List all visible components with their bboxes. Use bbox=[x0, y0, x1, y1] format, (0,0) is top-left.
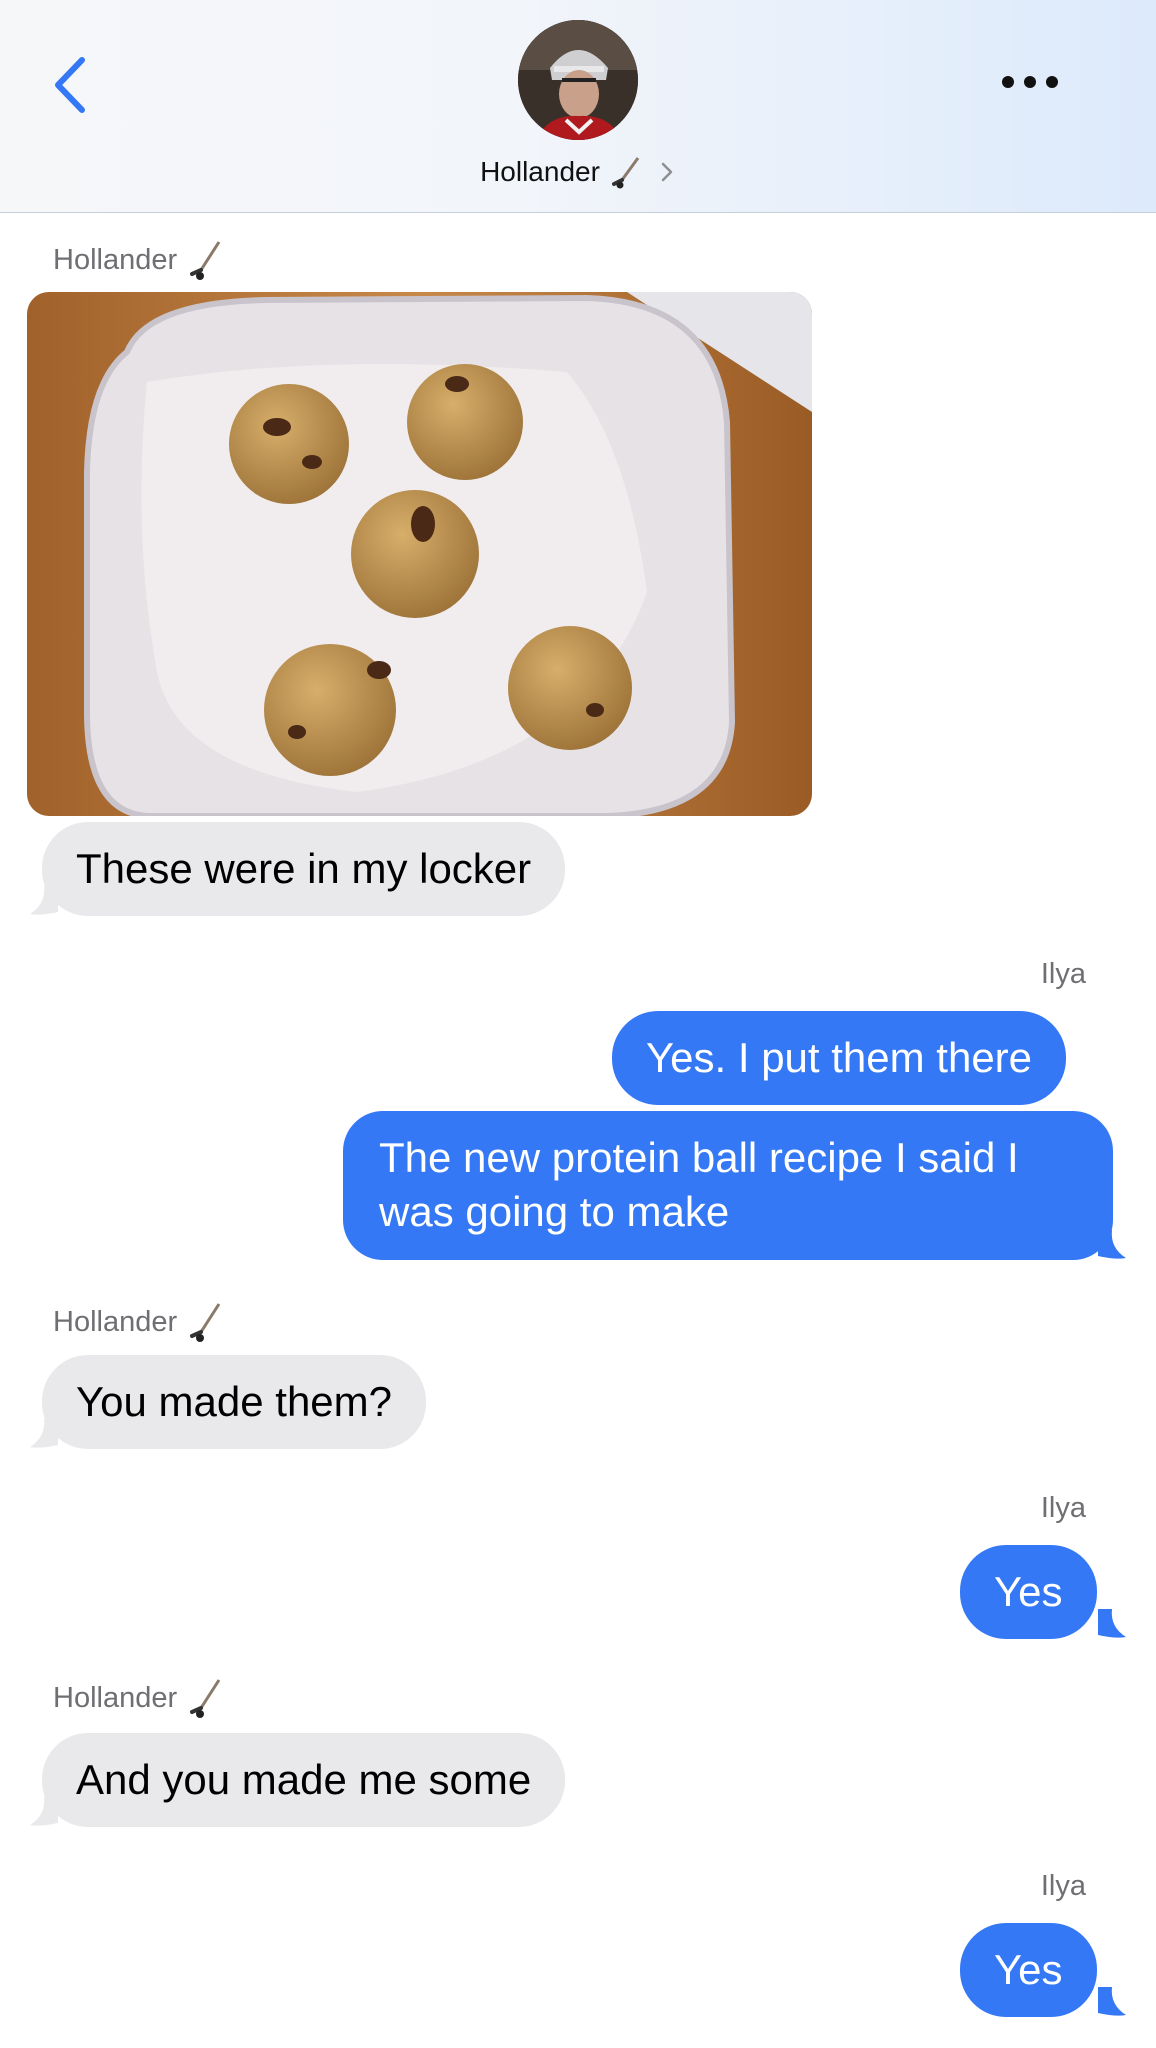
bubble-tail bbox=[30, 1797, 58, 1826]
back-button[interactable] bbox=[48, 50, 98, 120]
sender-name: Hollander bbox=[53, 1681, 178, 1714]
message-text: And you made me some bbox=[76, 1756, 532, 1803]
outgoing-message[interactable]: The new protein ball recipe I said I was… bbox=[343, 1111, 1113, 1260]
message-text: Yes. I put them there bbox=[646, 1034, 1033, 1081]
bubble-tail bbox=[30, 1419, 58, 1448]
bubble-tail bbox=[30, 886, 58, 915]
incoming-message[interactable]: These were in my locker bbox=[42, 822, 566, 916]
sender-name: Ilya bbox=[1040, 1492, 1086, 1524]
contact-name-button[interactable]: Hollander bbox=[0, 150, 1156, 194]
contact-avatar[interactable] bbox=[518, 20, 638, 140]
bubble-tail bbox=[1098, 1987, 1126, 2016]
sender-name: Hollander bbox=[53, 243, 178, 276]
message-text: These were in my locker bbox=[76, 845, 532, 892]
sender-label: Hollander bbox=[53, 1676, 223, 1720]
hockey-stick-icon bbox=[190, 1303, 221, 1342]
message-text: You made them? bbox=[76, 1378, 393, 1425]
sender-label: Ilya bbox=[900, 958, 1086, 991]
incoming-message[interactable]: You made them? bbox=[42, 1355, 427, 1449]
outgoing-message[interactable]: Yes. I put them there bbox=[612, 1011, 1067, 1105]
hockey-stick-icon bbox=[190, 1679, 221, 1718]
sender-label: Hollander bbox=[53, 1300, 223, 1344]
message-text: The new protein ball recipe I said I was… bbox=[379, 1134, 1019, 1235]
outgoing-message[interactable]: Yes bbox=[960, 1545, 1097, 1639]
sender-label: Hollander bbox=[53, 238, 223, 282]
more-options-button[interactable] bbox=[990, 60, 1070, 104]
bubble-tail bbox=[1098, 1609, 1126, 1638]
conversation-header: Hollander bbox=[0, 0, 1156, 213]
avatar-photo bbox=[518, 20, 638, 140]
sender-label: Ilya bbox=[900, 1492, 1086, 1525]
message-text: Yes bbox=[994, 1946, 1063, 1993]
protein-balls-photo bbox=[27, 292, 812, 816]
sender-name: Hollander bbox=[53, 1305, 178, 1338]
bubble-tail bbox=[1098, 1230, 1126, 1259]
hockey-stick-icon bbox=[611, 157, 640, 189]
chevron-left-icon bbox=[55, 57, 85, 113]
ellipsis-icon bbox=[1002, 76, 1058, 88]
chevron-right-icon bbox=[661, 162, 673, 182]
hockey-stick-icon bbox=[190, 241, 221, 280]
sender-label: Ilya bbox=[900, 1870, 1086, 1903]
outgoing-message[interactable]: Yes bbox=[960, 1923, 1097, 2017]
contact-name: Hollander bbox=[480, 156, 600, 187]
sender-name: Ilya bbox=[1040, 958, 1086, 990]
sender-name: Ilya bbox=[1040, 1870, 1086, 1902]
message-text: Yes bbox=[994, 1568, 1063, 1615]
photo-attachment[interactable] bbox=[27, 292, 812, 816]
incoming-message[interactable]: And you made me some bbox=[42, 1733, 566, 1827]
